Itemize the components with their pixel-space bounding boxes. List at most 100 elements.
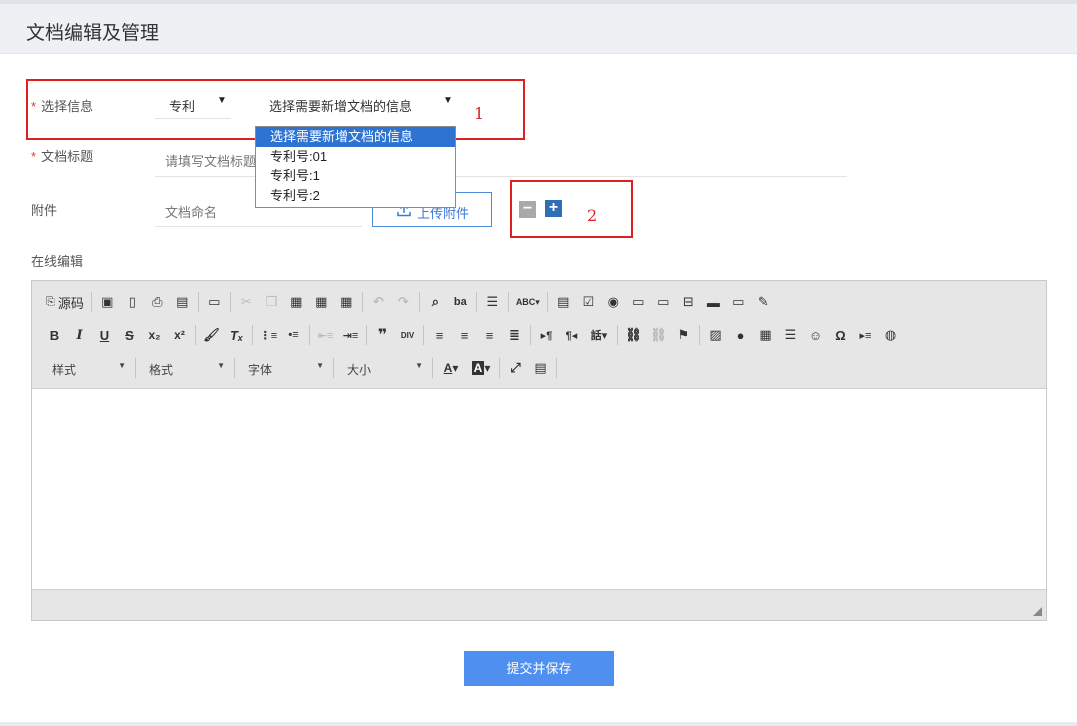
justify-icon[interactable]: ≣ [502,324,527,346]
superscript-icon[interactable]: x² [167,324,192,346]
checkbox-icon[interactable]: ☑ [576,291,601,313]
page-title: 文档编辑及管理 [26,23,160,44]
redo-icon[interactable]: ↷ [391,291,416,313]
font-combo-label: 字体 [248,363,273,377]
format-combo-label: 格式 [149,363,174,377]
image-icon[interactable]: ▨ [703,324,728,346]
styles-combo[interactable]: 样式 ▼ [42,357,132,379]
preview-icon[interactable]: ⎙ [145,291,170,313]
save-icon[interactable]: ▣ [95,291,120,313]
iframe-icon[interactable]: ◍ [878,324,903,346]
remove-format-icon[interactable]: Tₓ [224,324,249,346]
paste-text-icon[interactable]: ▦ [309,291,334,313]
image-button-icon[interactable]: ▭ [726,291,751,313]
div-icon[interactable]: DIV [395,324,420,346]
source-icon: ⎘ [46,295,55,308]
button-icon[interactable]: ▬ [701,291,726,313]
subscript-icon[interactable]: x₂ [142,324,167,346]
text-color-icon[interactable]: A ▾ [436,357,466,379]
underline-icon[interactable]: U [92,324,117,346]
chevron-down-icon: ▼ [443,95,453,106]
dropdown-option[interactable]: 专利号:1 [256,166,455,186]
size-combo[interactable]: 大小 ▼ [337,357,429,379]
align-center-icon[interactable]: ≡ [452,324,477,346]
print-icon[interactable]: ▤ [170,291,195,313]
doc-title-label: * 文档标题 [31,149,94,164]
select-icon[interactable]: ⊟ [676,291,701,313]
indent-icon[interactable]: ⇥≡ [338,324,363,346]
strike-icon[interactable]: S [117,324,142,346]
editor-statusbar [32,589,1046,620]
bold-icon[interactable]: B [42,324,67,346]
copy-icon[interactable]: ❐ [259,291,284,313]
horizontal-rule-icon[interactable]: ☰ [778,324,803,346]
toolbar-row-2: B I U S x₂ x² 🖌 Tₓ ⋮≡ •≡ ⇤≡ ⇥≡ ❞ DIV ≡ ≡… [42,322,903,348]
font-combo[interactable]: 字体 ▼ [238,357,330,379]
unlink-icon[interactable]: ⛓ [646,324,671,346]
toolbar-row-3: 样式 ▼ 格式 ▼ 字体 ▼ 大小 ▼ A ▾ A ▾ ⤢ ▤ [42,355,560,381]
form-icon[interactable]: ▤ [551,291,576,313]
toolbar-row-1: ⎘ 源码 ▣ ▯ ⎙ ▤ ▭ ✂ ❐ ▦ ▦ ▦ ↶ ↷ ⌕ ba ☰ ABC▾… [42,289,776,315]
dropdown-option[interactable]: 选择需要新增文档的信息 [256,127,455,147]
page: 文档编辑及管理 1 * 选择信息 专利 ▼ 选择需要新增文档的信息 ▼ 选择需要新… [0,0,1077,722]
new-page-icon[interactable]: ▯ [120,291,145,313]
paste-word-icon[interactable]: ▦ [334,291,359,313]
page-break-icon[interactable]: ▸≡ [853,324,878,346]
annotation-number-2: 2 [587,206,598,225]
select-info-label: * 选择信息 [31,99,94,114]
special-char-icon[interactable]: Ω [828,324,853,346]
editor-content-area[interactable] [32,389,1046,589]
hidden-field-icon[interactable]: ✎ [751,291,776,313]
online-edit-label: 在线编辑 [31,254,84,269]
dropdown-option[interactable]: 专利号:2 [256,186,455,206]
align-left-icon[interactable]: ≡ [427,324,452,346]
outdent-icon[interactable]: ⇤≡ [313,324,338,346]
textarea-icon[interactable]: ▭ [651,291,676,313]
attachment-label: 附件 [31,203,58,218]
maximize-icon[interactable]: ⤢ [503,357,528,379]
remove-attachment-button[interactable]: − [519,201,536,218]
find-icon[interactable]: ⌕ [423,291,448,313]
textfield-icon[interactable]: ▭ [626,291,651,313]
radio-icon[interactable]: ◉ [601,291,626,313]
blockquote-icon[interactable]: ❞ [370,324,395,346]
chevron-down-icon: ▼ [316,361,324,370]
bg-color-icon[interactable]: A ▾ [466,357,496,379]
required-mark: * [31,99,37,114]
replace-icon[interactable]: ba [448,291,473,313]
bulleted-list-icon[interactable]: •≡ [281,324,306,346]
rtl-icon[interactable]: ¶◂ [559,324,584,346]
templates-icon[interactable]: ▭ [202,291,227,313]
styles-combo-label: 样式 [52,363,77,377]
flash-icon[interactable]: ● [728,324,753,346]
language-icon[interactable]: 話▾ [584,324,614,346]
align-right-icon[interactable]: ≡ [477,324,502,346]
paste-icon[interactable]: ▦ [284,291,309,313]
cut-icon[interactable]: ✂ [234,291,259,313]
annotation-number-1: 1 [474,104,485,123]
numbered-list-icon[interactable]: ⋮≡ [256,324,281,346]
submit-save-button[interactable]: 提交并保存 [464,651,614,686]
format-combo[interactable]: 格式 ▼ [139,357,231,379]
chevron-down-icon: ▼ [415,361,423,370]
attachment-name-placeholder: 文档命名 [165,205,218,220]
source-button[interactable]: ⎘ 源码 [42,291,88,313]
select-all-icon[interactable]: ☰ [480,291,505,313]
italic-icon[interactable]: I [67,324,92,346]
undo-icon[interactable]: ↶ [366,291,391,313]
resize-handle-icon[interactable] [1033,607,1042,616]
smiley-icon[interactable]: ☺ [803,324,828,346]
rich-text-editor: ⎘ 源码 ▣ ▯ ⎙ ▤ ▭ ✂ ❐ ▦ ▦ ▦ ↶ ↷ ⌕ ba ☰ ABC▾… [31,280,1047,621]
type-select[interactable]: 专利 ▼ [155,89,231,119]
spellcheck-icon[interactable]: ABC▾ [512,291,544,313]
chevron-down-icon: ▼ [217,95,227,106]
dropdown-option[interactable]: 专利号:01 [256,147,455,167]
show-blocks-icon[interactable]: ▤ [528,357,553,379]
doc-info-select[interactable]: 选择需要新增文档的信息 ▼ [256,89,466,119]
copy-format-icon[interactable]: 🖌 [199,324,224,346]
add-attachment-button[interactable]: + [545,200,562,217]
table-icon[interactable]: ▦ [753,324,778,346]
anchor-icon[interactable]: ⚑ [671,324,696,346]
link-icon[interactable]: ⛓ [621,324,646,346]
ltr-icon[interactable]: ▸¶ [534,324,559,346]
